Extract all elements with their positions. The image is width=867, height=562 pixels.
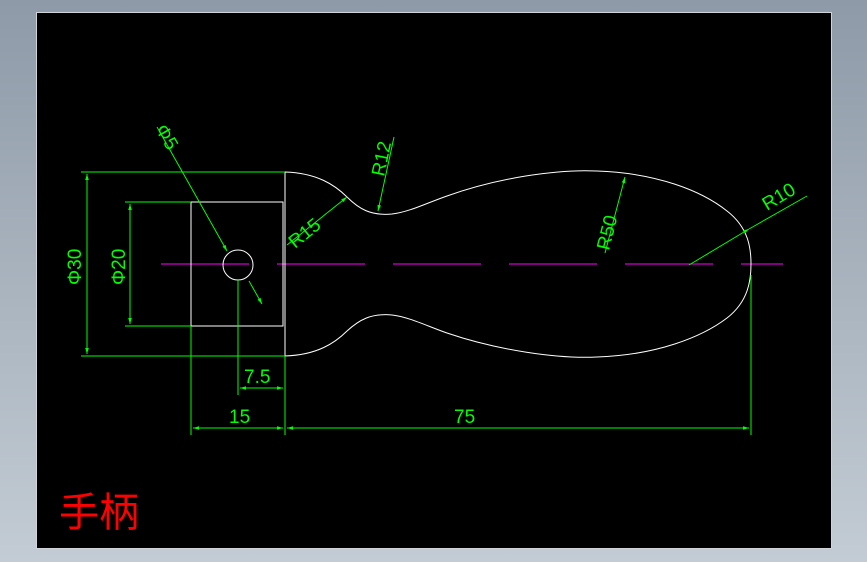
label-body-length: 75 <box>454 407 475 428</box>
dim-end-radius <box>688 228 750 266</box>
drawing-title: 手柄 <box>59 490 139 536</box>
label-end-radius: R10 <box>759 179 800 215</box>
label-hole-diameter: Φ5 <box>151 121 182 154</box>
label-hole-offset: 7.5 <box>244 367 270 388</box>
label-shoulder-radius: R15 <box>285 215 325 253</box>
drawing-canvas[interactable]: Φ30 Φ20 Φ5 R12 R15 R50 R10 7.5 15 75 手柄 <box>36 12 832 549</box>
label-head-length: 15 <box>229 407 250 428</box>
hole <box>222 249 254 281</box>
label-neck-radius: R12 <box>368 140 396 178</box>
label-body-radius: R50 <box>593 213 622 252</box>
label-overall-diameter: Φ30 <box>65 249 86 285</box>
handle-drawing: Φ30 Φ20 Φ5 R12 R15 R50 R10 7.5 15 75 <box>65 121 808 435</box>
label-head-diameter: Φ20 <box>109 249 130 285</box>
